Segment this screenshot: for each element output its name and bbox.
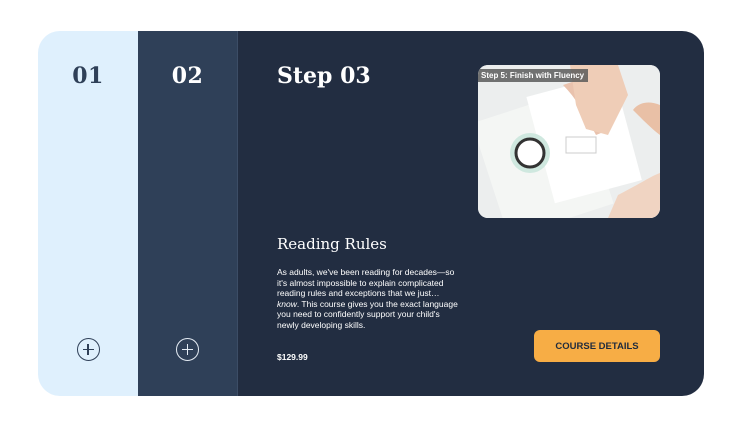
course-details-button[interactable]: COURSE DETAILS [534,330,660,362]
description-text: As adults, we've been reading for decade… [277,267,455,299]
course-price: $129.99 [277,352,308,362]
step-number: 02 [171,63,204,89]
active-step-panel: Step 03 Step 5: Finish with Fluency Read… [238,31,704,396]
description-text: . This course gives you the exact langua… [277,298,458,330]
plus-circle-icon[interactable] [176,338,199,361]
image-caption: Step 5: Finish with Fluency [478,69,589,82]
course-description: As adults, we've been reading for decade… [277,267,463,331]
steps-card: 01 02 Step 03 Step 5: Finish with Fluenc… [38,31,704,396]
description-emphasis: know [277,298,297,309]
step-column-01[interactable]: 01 [38,31,138,396]
step-number: 01 [72,63,104,89]
step-column-02[interactable]: 02 [138,31,238,396]
course-photo: Step 5: Finish with Fluency [478,65,660,218]
plus-circle-icon[interactable] [76,338,100,361]
step-title: Step 03 [277,63,371,89]
course-title: Reading Rules [277,235,387,253]
